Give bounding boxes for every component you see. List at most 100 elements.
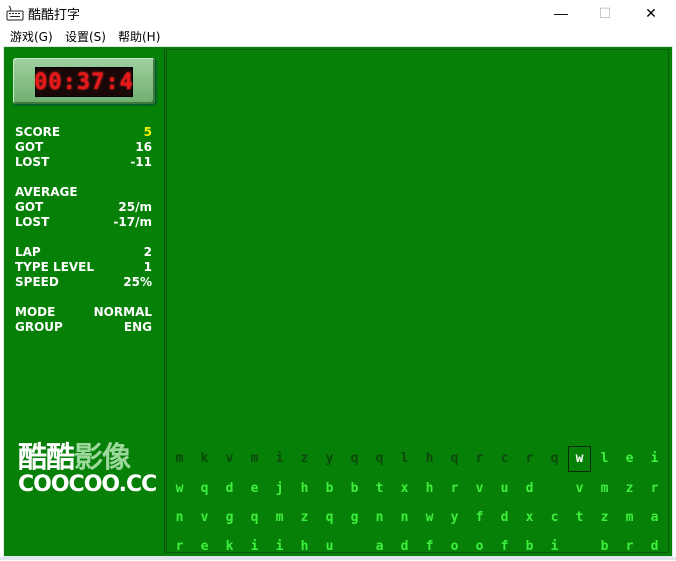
logo-english: COOCOO.CC <box>18 472 157 497</box>
minimize-icon: — <box>554 5 568 21</box>
stat-value: 5 <box>143 125 152 139</box>
timer-panel: 00:37:4 <box>13 58 155 104</box>
falling-letter: w <box>175 481 184 496</box>
stat-value: 1 <box>143 260 152 274</box>
stat-value: 25/m <box>118 200 152 214</box>
falling-letter: v <box>575 481 584 496</box>
falling-letter: q <box>250 510 259 525</box>
stat-got: GOT 16 <box>15 140 152 155</box>
falling-letter: d <box>650 539 659 554</box>
stat-label: SPEED <box>15 275 59 289</box>
stat-value: 16 <box>135 140 152 154</box>
falling-letter: x <box>400 481 409 496</box>
falling-letter: h <box>300 539 309 554</box>
stat-value: ENG <box>123 320 152 334</box>
menu-game[interactable]: 游戏(G) <box>10 28 53 45</box>
falling-letter: q <box>350 451 359 466</box>
stat-label: GOT <box>15 200 44 214</box>
falling-letter: e <box>625 451 634 466</box>
falling-letter: r <box>175 539 184 554</box>
falling-letter: m <box>600 481 609 496</box>
stat-average-header: AVERAGE <box>15 185 152 200</box>
falling-letter: k <box>225 539 234 554</box>
minimize-button[interactable]: — <box>538 0 584 26</box>
menu-bar: 游戏(G) 设置(S) 帮助(H) <box>0 26 676 46</box>
coocoo-logo: 酷酷影像 COOCOO.CC <box>18 442 157 502</box>
stat-mode: MODE NORMAL <box>15 305 152 320</box>
logo-cn-part-a: 酷酷 <box>18 440 75 474</box>
falling-letter: i <box>650 451 659 466</box>
close-button[interactable]: ✕ <box>628 0 674 26</box>
keyboard-app-icon <box>6 5 24 21</box>
falling-letter: c <box>500 451 509 466</box>
falling-letter: e <box>200 539 209 554</box>
falling-letter: n <box>400 510 409 525</box>
falling-letter: o <box>475 539 484 554</box>
falling-letter: r <box>450 481 459 496</box>
falling-letter: f <box>475 510 484 525</box>
stat-lost: LOST -11 <box>15 155 152 170</box>
falling-letter: v <box>200 510 209 525</box>
falling-letter: x <box>525 510 534 525</box>
stat-score: SCORE 5 <box>15 125 152 140</box>
stat-avg-lost: LOST -17/m <box>15 215 152 230</box>
falling-letter: e <box>250 481 259 496</box>
stat-lap: LAP 2 <box>15 245 152 260</box>
falling-letter: r <box>625 539 634 554</box>
falling-letter: r <box>525 451 534 466</box>
falling-letter: z <box>300 451 309 466</box>
stat-label: LOST <box>15 155 50 169</box>
menu-help[interactable]: 帮助(H) <box>118 28 160 45</box>
falling-letter: b <box>350 481 359 496</box>
stat-avg-got: GOT 25/m <box>15 200 152 215</box>
falling-letter: m <box>275 510 284 525</box>
panel-divider <box>164 48 165 554</box>
falling-letter: b <box>525 539 534 554</box>
falling-letter: m <box>175 451 184 466</box>
menu-settings[interactable]: 设置(S) <box>65 28 106 45</box>
falling-letter: q <box>450 451 459 466</box>
falling-letter: a <box>650 510 659 525</box>
falling-letter: g <box>350 510 359 525</box>
falling-letter: d <box>500 510 509 525</box>
stat-value: -17/m <box>113 215 152 229</box>
falling-letter: d <box>225 481 234 496</box>
falling-letter: j <box>275 481 284 496</box>
falling-letter: h <box>300 481 309 496</box>
logo-chinese: 酷酷影像 <box>18 442 153 472</box>
falling-letter: v <box>475 481 484 496</box>
falling-letter: b <box>600 539 609 554</box>
falling-letter: w <box>425 510 434 525</box>
falling-letter: n <box>175 510 184 525</box>
falling-letter: m <box>625 510 634 525</box>
stat-label: LAP <box>15 245 41 259</box>
falling-letter: n <box>375 510 384 525</box>
falling-letter: h <box>425 481 434 496</box>
stat-value: 25% <box>123 275 152 289</box>
falling-letter: u <box>500 481 509 496</box>
maximize-button[interactable]: ☐ <box>582 0 628 26</box>
stat-value: NORMAL <box>93 305 152 319</box>
stat-label: GOT <box>15 140 44 154</box>
falling-letter: i <box>550 539 559 554</box>
falling-letter: i <box>275 451 284 466</box>
logo-cn-part-b: 影像 <box>74 440 131 474</box>
title-bar: 酷酷打字 — ☐ ✕ <box>0 0 676 26</box>
close-icon: ✕ <box>645 4 657 21</box>
falling-letter: i <box>250 539 259 554</box>
stat-label: MODE <box>15 305 56 319</box>
falling-letter: t <box>375 481 384 496</box>
falling-letter: y <box>325 451 334 466</box>
falling-letter: t <box>575 510 584 525</box>
falling-letter: r <box>650 481 659 496</box>
stat-speed: SPEED 25% <box>15 275 152 290</box>
falling-letter: f <box>425 539 434 554</box>
falling-letter: z <box>625 481 634 496</box>
falling-letter: l <box>400 451 409 466</box>
falling-letter: z <box>600 510 609 525</box>
maximize-icon: ☐ <box>598 4 612 21</box>
falling-letter: k <box>200 451 209 466</box>
section-heading: AVERAGE <box>15 185 78 199</box>
stat-label: GROUP <box>15 320 63 334</box>
falling-letter: q <box>200 481 209 496</box>
